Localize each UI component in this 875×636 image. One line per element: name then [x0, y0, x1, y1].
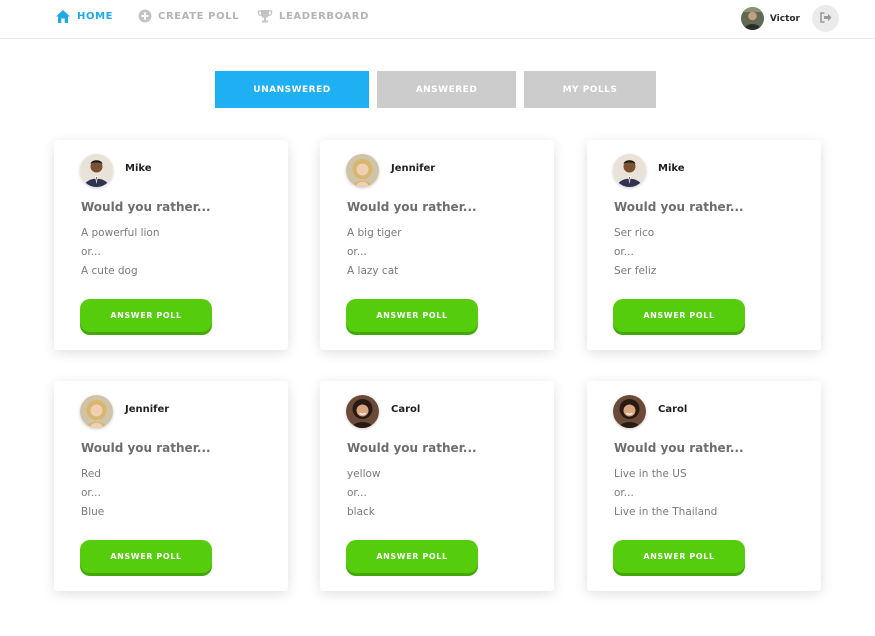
poll-author: Mike — [613, 154, 685, 187]
nav-home-label: HOME — [77, 11, 114, 22]
sign-out-icon — [819, 10, 832, 28]
tab-my-polls[interactable]: MY POLLS — [524, 71, 656, 108]
author-avatar — [613, 395, 646, 428]
answer-poll-button[interactable]: ANSWER POLL — [346, 299, 478, 332]
answer-poll-button[interactable]: ANSWER POLL — [346, 540, 478, 573]
poll-card: Jennifer Would you rather... Red or... B… — [54, 381, 288, 591]
poll-author: Carol — [346, 395, 420, 428]
author-avatar — [613, 154, 646, 187]
poll-card: Mike Would you rather... A powerful lion… — [54, 140, 288, 350]
author-avatar — [346, 154, 379, 187]
author-avatar — [346, 395, 379, 428]
poll-option-b: Blue — [81, 506, 105, 518]
poll-card: Jennifer Would you rather... A big tiger… — [320, 140, 554, 350]
user-name: Victor — [769, 13, 800, 24]
poll-option-b: A cute dog — [81, 265, 138, 277]
poll-question: Would you rather... — [347, 441, 477, 455]
poll-or-text: or... — [347, 487, 367, 499]
poll-question: Would you rather... — [614, 441, 744, 455]
home-icon — [55, 9, 71, 24]
tab-answered[interactable]: ANSWERED — [377, 71, 516, 108]
poll-author: Carol — [613, 395, 687, 428]
poll-or-text: or... — [81, 246, 101, 258]
nav-create-poll-label: CREATE POLL — [158, 10, 240, 22]
author-name: Jennifer — [125, 404, 170, 415]
nav-leaderboard-label: LEADERBOARD — [279, 10, 369, 22]
user-avatar — [740, 7, 764, 30]
poll-author: Mike — [80, 154, 152, 187]
poll-option-a: A powerful lion — [81, 227, 160, 239]
author-name: Jennifer — [391, 163, 436, 174]
poll-question: Would you rather... — [81, 441, 211, 455]
user-area: Victor — [740, 5, 839, 32]
poll-card: Mike Would you rather... Ser rico or... … — [587, 140, 821, 350]
poll-or-text: or... — [347, 246, 367, 258]
trophy-icon — [257, 9, 273, 23]
poll-option-a: Live in the US — [614, 468, 687, 480]
nav-home[interactable]: HOME — [55, 9, 113, 24]
poll-or-text: or... — [81, 487, 101, 499]
plus-circle-icon — [138, 9, 152, 23]
poll-option-a: Red — [81, 468, 101, 480]
poll-option-b: Ser feliz — [614, 265, 657, 277]
author-name: Carol — [658, 404, 688, 415]
poll-option-a: Ser rico — [614, 227, 655, 239]
nav-create-poll[interactable]: CREATE POLL — [138, 9, 239, 23]
poll-or-text: or... — [614, 246, 634, 258]
poll-option-b: Live in the Thailand — [614, 506, 718, 518]
answer-poll-button[interactable]: ANSWER POLL — [80, 540, 212, 573]
poll-card: Carol Would you rather... yellow or... b… — [320, 381, 554, 591]
poll-or-text: or... — [614, 487, 634, 499]
author-avatar — [80, 395, 113, 428]
author-avatar — [80, 154, 113, 187]
poll-question: Would you rather... — [81, 200, 211, 214]
author-name: Carol — [391, 404, 421, 415]
poll-author: Jennifer — [346, 154, 435, 187]
poll-question: Would you rather... — [614, 200, 744, 214]
poll-option-a: A big tiger — [347, 227, 402, 239]
author-name: Mike — [125, 163, 152, 174]
poll-option-b: A lazy cat — [347, 265, 399, 277]
poll-option-b: black — [347, 506, 375, 518]
poll-card: Carol Would you rather... Live in the US… — [587, 381, 821, 591]
answer-poll-button[interactable]: ANSWER POLL — [80, 299, 212, 332]
answer-poll-button[interactable]: ANSWER POLL — [613, 540, 745, 573]
answer-poll-button[interactable]: ANSWER POLL — [613, 299, 745, 332]
poll-author: Jennifer — [80, 395, 169, 428]
logout-button[interactable] — [812, 5, 839, 32]
poll-option-a: yellow — [347, 468, 381, 480]
top-nav: HOME CREATE POLL LEADERBOARD Victor — [0, 0, 875, 39]
nav-leaderboard[interactable]: LEADERBOARD — [257, 9, 369, 23]
author-name: Mike — [658, 163, 685, 174]
tab-unanswered[interactable]: UNANSWERED — [215, 71, 369, 108]
poll-question: Would you rather... — [347, 200, 477, 214]
